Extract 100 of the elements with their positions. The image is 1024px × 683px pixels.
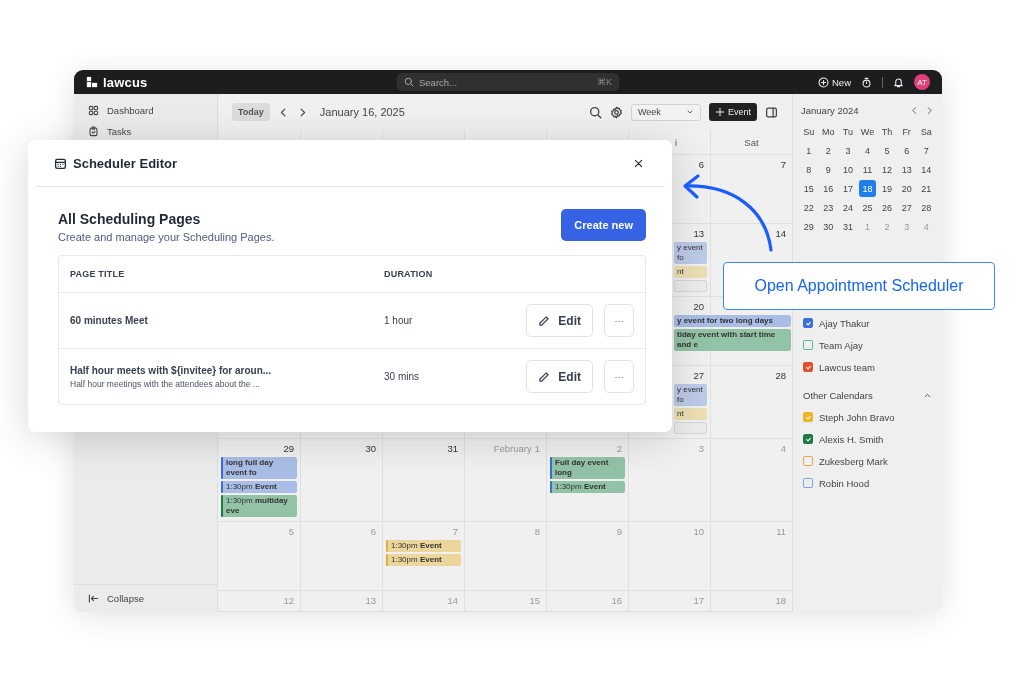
calendar-item[interactable]: Alexis H. Smith — [799, 428, 936, 450]
event-chip[interactable]: long full day event fo — [221, 457, 297, 479]
event-chip[interactable]: nt — [674, 408, 707, 420]
collapse-button[interactable]: Collapse — [74, 584, 217, 612]
event-chip[interactable]: y event for two long days — [674, 315, 791, 327]
date-cell[interactable]: 23 — [819, 199, 838, 216]
user-avatar[interactable]: AT — [914, 74, 930, 90]
day-number: 30 — [365, 443, 376, 454]
event-chip[interactable]: tiday event with start time and e — [674, 329, 791, 351]
date-cell[interactable]: 2 — [819, 142, 838, 159]
bell-icon[interactable] — [893, 76, 904, 88]
calendar-item[interactable]: Ajay Thakur — [799, 312, 936, 334]
current-date: January 16, 2025 — [319, 106, 405, 118]
check-icon — [804, 363, 812, 371]
day-number: 31 — [447, 443, 458, 454]
date-cell[interactable]: 20 — [897, 180, 916, 197]
event-chip[interactable]: 1:30pm Event — [386, 554, 461, 566]
weekday-label: Fr — [901, 125, 912, 139]
more-button[interactable]: ··· — [604, 304, 634, 337]
stopwatch-icon[interactable] — [861, 76, 872, 88]
create-new-button[interactable]: Create new — [561, 209, 646, 241]
date-cell[interactable]: 11 — [858, 161, 877, 178]
event-chip[interactable]: 1:30pm multiday eve — [221, 495, 297, 517]
date-cell[interactable]: 24 — [839, 199, 857, 216]
new-button[interactable]: New — [818, 76, 851, 88]
date-cell[interactable]: 25 — [858, 199, 877, 216]
checkbox[interactable] — [803, 362, 813, 372]
sidebar-item[interactable]: Tasks — [82, 121, 209, 142]
date-cell[interactable]: 14 — [917, 161, 935, 178]
caret-down-icon — [686, 108, 694, 116]
calendar-item[interactable]: Team Ajay — [799, 334, 936, 356]
calendar-item[interactable]: Zukesberg Mark — [799, 450, 936, 472]
event-chip[interactable]: 1:30pm Event — [221, 481, 297, 493]
calendar-name: Steph John Bravo — [819, 411, 895, 423]
today-button[interactable]: Today — [232, 103, 270, 121]
date-cell[interactable]: 18 — [858, 180, 877, 197]
more-button[interactable]: ··· — [604, 360, 634, 393]
search-input[interactable]: Search... — [419, 76, 592, 88]
checkbox[interactable] — [803, 340, 813, 350]
date-cell[interactable]: 3 — [839, 142, 857, 159]
date-cell[interactable]: 9 — [819, 161, 838, 178]
day-number: 15 — [529, 595, 540, 606]
event-chip[interactable]: Full day event long — [550, 457, 625, 479]
date-cell[interactable]: 21 — [917, 180, 935, 197]
date-cell[interactable]: 10 — [839, 161, 857, 178]
date-cell[interactable]: 4 — [858, 142, 877, 159]
weekday-label: Sat — [744, 136, 759, 148]
event-chip[interactable]: 1:30pm Event — [386, 540, 461, 552]
day-number: 12 — [283, 595, 294, 606]
date-cell[interactable]: 1 — [800, 142, 818, 159]
day-number: 3 — [698, 443, 704, 454]
date-cell[interactable]: 29 — [800, 218, 818, 235]
date-cell[interactable]: 19 — [878, 180, 896, 197]
sidebar-item[interactable]: Dashboard — [82, 100, 209, 121]
date-cell[interactable]: 13 — [897, 161, 916, 178]
page-title: Half hour meets with ${invitee} for aroun... — [70, 364, 273, 376]
date-cell[interactable]: 17 — [839, 180, 857, 197]
date-cell[interactable]: 15 — [800, 180, 818, 197]
date-cell[interactable]: 5 — [878, 142, 896, 159]
month-label: February — [493, 443, 532, 454]
checkbox[interactable] — [803, 412, 813, 422]
checkbox[interactable] — [803, 434, 813, 444]
edit-button[interactable]: Edit — [526, 304, 593, 337]
date-cell[interactable]: 22 — [800, 199, 818, 216]
date-cell[interactable]: 16 — [819, 180, 838, 197]
calendar-name: Robin Hood — [819, 477, 870, 489]
day-number: 10 — [693, 526, 704, 537]
date-cell[interactable]: 26 — [878, 199, 896, 216]
calendar-item[interactable]: Robin Hood — [799, 472, 936, 494]
weekday-label: i — [674, 136, 678, 148]
date-cell[interactable]: 31 — [839, 218, 857, 235]
close-button[interactable] — [633, 157, 644, 169]
date-cell[interactable]: 8 — [800, 161, 818, 178]
plus-icon — [715, 107, 725, 117]
panel-icon[interactable] — [765, 105, 778, 119]
day-number: 28 — [775, 370, 786, 381]
checkbox[interactable] — [803, 478, 813, 488]
event-chip[interactable]: nt — [674, 266, 707, 278]
event-chip[interactable]: y event fo — [674, 384, 707, 406]
edit-button[interactable]: Edit — [526, 360, 593, 393]
checkbox[interactable] — [803, 456, 813, 466]
date-cell[interactable]: 27 — [897, 199, 916, 216]
settings-icon[interactable] — [610, 105, 623, 119]
view-select[interactable]: Week — [631, 103, 701, 121]
calendar-item[interactable]: Steph John Bravo — [799, 406, 936, 428]
search-icon[interactable] — [589, 105, 602, 119]
checkbox[interactable] — [803, 318, 813, 328]
date-cell[interactable]: 6 — [897, 142, 916, 159]
day-number: 29 — [283, 443, 294, 454]
date-cell[interactable]: 30 — [819, 218, 838, 235]
search-field[interactable]: Search... ⌘K — [397, 73, 619, 91]
date-cell[interactable]: 28 — [917, 199, 935, 216]
calendar-item[interactable]: Lawcus team — [799, 356, 936, 378]
close-icon — [633, 157, 644, 169]
date-cell[interactable]: 12 — [878, 161, 896, 178]
event-chip[interactable]: 1:30pm Event — [550, 481, 625, 493]
date-cell[interactable]: 7 — [917, 142, 935, 159]
add-event-button[interactable]: Event — [709, 103, 757, 121]
check-icon — [804, 435, 812, 443]
event-chip[interactable]: y event fo — [674, 242, 707, 264]
